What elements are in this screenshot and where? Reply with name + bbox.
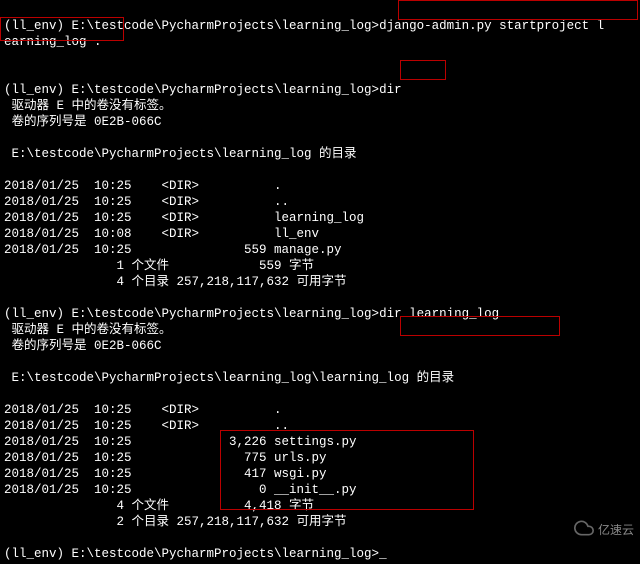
dir-summary-dirs: 4 个目录 257,218,117,632 可用字节 [4,275,347,289]
watermark: 亿速云 [574,518,634,542]
dir-summary-dirs: 2 个目录 257,218,117,632 可用字节 [4,515,347,529]
drive-label: 驱动器 E 中的卷没有标签。 [4,99,172,113]
terminal-output: (ll_env) E:\testcode\PycharmProjects\lea… [0,0,640,564]
dir-header: E:\testcode\PycharmProjects\learning_log… [4,371,454,385]
cursor[interactable]: _ [379,547,387,561]
cloud-icon [574,518,594,542]
watermark-text: 亿速云 [598,522,634,538]
dir-row: 2018/01/25 10:25 <DIR> learning_log [4,211,364,225]
dir-row: 2018/01/25 10:25 <DIR> .. [4,419,289,433]
dir-row: 2018/01/25 10:25 559 manage.py [4,243,342,257]
prompt: (ll_env) E:\testcode\PycharmProjects\lea… [4,19,379,33]
dir-row: 2018/01/25 10:25 <DIR> . [4,403,282,417]
dir-row: 2018/01/25 10:25 0 __init__.py [4,483,357,497]
dir-row: 2018/01/25 10:25 3,226 settings.py [4,435,357,449]
command-startproject: django-admin.py startproject l [379,19,604,33]
dir-row: 2018/01/25 10:25 775 urls.py [4,451,327,465]
dir-row: 2018/01/25 10:08 <DIR> ll_env [4,227,319,241]
dir-row: 2018/01/25 10:25 417 wsgi.py [4,467,327,481]
command-dir-subfolder: dir learning_log [379,307,499,321]
dir-summary-files: 4 个文件 4,418 字节 [4,499,314,513]
command-startproject-cont: earning_log . [4,35,102,49]
dir-header: E:\testcode\PycharmProjects\learning_log… [4,147,357,161]
serial-number: 卷的序列号是 0E2B-066C [4,115,162,129]
dir-summary-files: 1 个文件 559 字节 [4,259,314,273]
drive-label: 驱动器 E 中的卷没有标签。 [4,323,172,337]
dir-row: 2018/01/25 10:25 <DIR> . [4,179,282,193]
prompt: (ll_env) E:\testcode\PycharmProjects\lea… [4,83,379,97]
serial-number: 卷的序列号是 0E2B-066C [4,339,162,353]
prompt: (ll_env) E:\testcode\PycharmProjects\lea… [4,307,379,321]
prompt: (ll_env) E:\testcode\PycharmProjects\lea… [4,547,379,561]
command-dir: dir [379,83,402,97]
dir-row: 2018/01/25 10:25 <DIR> .. [4,195,289,209]
